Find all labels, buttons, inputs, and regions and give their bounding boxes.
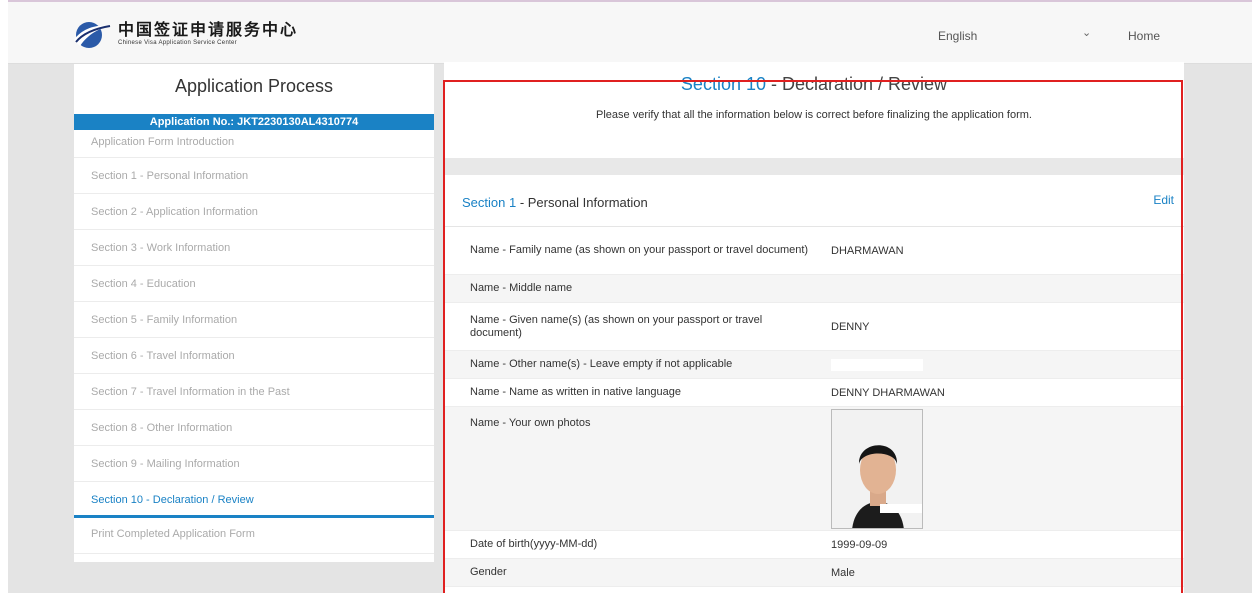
row-value xyxy=(814,275,1184,302)
edit-section-link[interactable]: Edit xyxy=(1153,193,1174,207)
row-value xyxy=(814,407,1184,529)
sidebar-item-section-9[interactable]: Section 9 - Mailing Information xyxy=(74,446,434,482)
sidebar-item-section-3[interactable]: Section 3 - Work Information xyxy=(74,230,434,266)
redaction-block xyxy=(831,358,923,371)
table-row: Date of birth(yyyy-MM-dd) 1999-09-09 xyxy=(444,531,1184,559)
main-content: Section 10 - Declaration / Review Please… xyxy=(444,62,1184,593)
sidebar-title: Application Process xyxy=(174,76,334,96)
row-label: Gender xyxy=(470,566,507,578)
application-number-bar: Application No.: JKT2230130AL4310774 xyxy=(74,114,434,130)
row-label: Name - Name as written in native languag… xyxy=(470,386,681,398)
site-logo[interactable]: 中国签证申请服务中心 Chinese Visa Application Serv… xyxy=(72,18,298,50)
page-title: Section 10 - Declaration / Review xyxy=(444,62,1184,95)
info-table: Name - Family name (as shown on your pas… xyxy=(444,227,1184,587)
sidebar-item-section-10[interactable]: Section 10 - Declaration / Review xyxy=(74,482,434,518)
row-value: 1999-09-09 xyxy=(831,538,888,551)
chevron-down-icon: ⌄ xyxy=(1082,27,1092,39)
row-value: DHARMAWAN xyxy=(831,244,904,257)
row-label: Name - Given name(s) (as shown on your p… xyxy=(470,313,763,339)
row-label: Name - Middle name xyxy=(470,282,573,294)
section-title: Section 1 - Personal Information xyxy=(462,195,648,210)
sidebar-item-introduction[interactable]: Application Form Introduction xyxy=(74,130,434,158)
logo-chinese-text: 中国签证申请服务中心 xyxy=(118,20,299,39)
section-header: Section 1 - Personal Information Edit xyxy=(444,175,1184,227)
table-row: Name - Other name(s) - Leave empty if no… xyxy=(444,351,1184,379)
page-title-section-number: Section 10 xyxy=(680,74,766,94)
sidebar-item-section-8[interactable]: Section 8 - Other Information xyxy=(74,410,434,446)
review-header: Section 10 - Declaration / Review Please… xyxy=(444,62,1184,158)
language-select[interactable]: English ⌄ xyxy=(930,24,1110,46)
row-value: Male xyxy=(831,566,855,579)
sidebar-item-section-7[interactable]: Section 7 - Travel Information in the Pa… xyxy=(74,374,434,410)
sidebar-item-section-2[interactable]: Section 2 - Application Information xyxy=(74,194,434,230)
globe-logo-icon xyxy=(72,18,112,50)
section-title-text: - Personal Information xyxy=(516,195,648,210)
applicant-photo xyxy=(831,409,923,529)
row-label: Date of birth(yyyy-MM-dd) xyxy=(470,538,598,550)
table-row: Name - Family name (as shown on your pas… xyxy=(444,227,1184,275)
language-selected-value: English xyxy=(938,29,978,43)
sidebar-item-section-6[interactable]: Section 6 - Travel Information xyxy=(74,338,434,374)
page-subtitle: Please verify that all the information b… xyxy=(596,109,1032,121)
table-row: Name - Name as written in native languag… xyxy=(444,379,1184,407)
sidebar-item-section-5[interactable]: Section 5 - Family Information xyxy=(74,302,434,338)
row-value: DENNY DHARMAWAN xyxy=(831,386,945,399)
logo-english-text: Chinese Visa Application Service Center xyxy=(118,40,237,46)
sidebar-item-section-1[interactable]: Section 1 - Personal Information xyxy=(74,158,434,194)
section-title-number: Section 1 xyxy=(462,195,517,210)
home-link[interactable]: Home xyxy=(1128,29,1160,43)
section-divider xyxy=(444,158,1184,175)
sidebar: Application Process Application No.: JKT… xyxy=(74,64,434,562)
table-row: Name - Middle name xyxy=(444,275,1184,303)
row-value: DENNY xyxy=(831,320,870,333)
table-row: Name - Your own photos xyxy=(444,407,1184,531)
row-value xyxy=(814,351,1184,378)
table-row: Name - Given name(s) (as shown on your p… xyxy=(444,303,1184,351)
redaction-block xyxy=(880,504,922,513)
row-label: Name - Your own photos xyxy=(470,417,591,429)
row-label: Name - Other name(s) - Leave empty if no… xyxy=(470,358,733,370)
site-header: 中国签证申请服务中心 Chinese Visa Application Serv… xyxy=(8,2,1252,64)
page-title-text: - Declaration / Review xyxy=(765,74,948,94)
sidebar-item-section-4[interactable]: Section 4 - Education xyxy=(74,266,434,302)
sidebar-item-print[interactable]: Print Completed Application Form xyxy=(74,518,434,554)
row-label: Name - Family name (as shown on your pas… xyxy=(470,244,809,256)
table-row: Gender Male xyxy=(444,559,1184,587)
